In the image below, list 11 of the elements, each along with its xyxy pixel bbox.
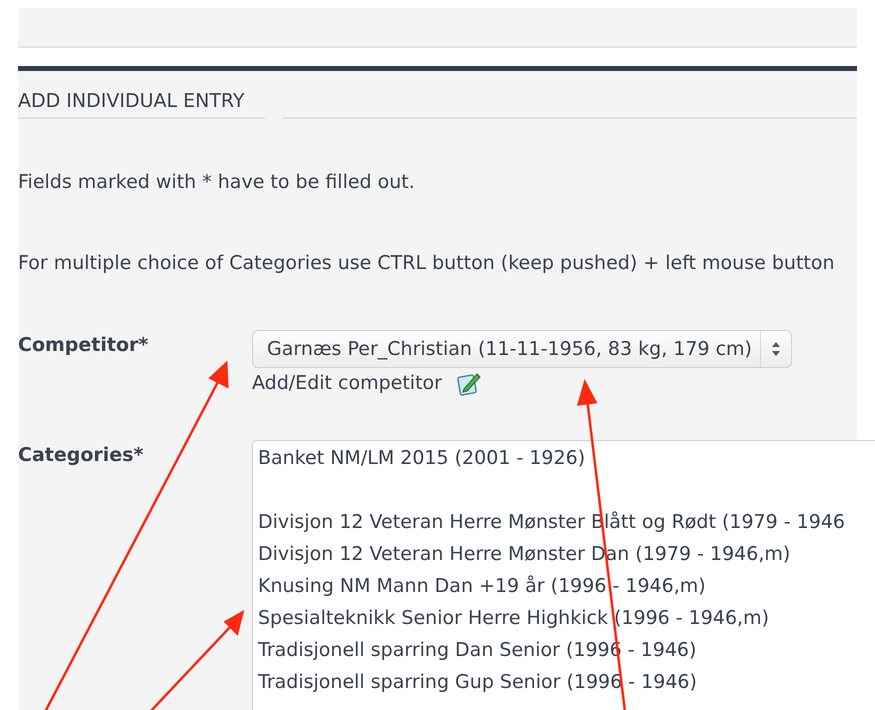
category-option[interactable]: Spesialteknikk Senior Herre Highkick (1996 - 1946,m)	[258, 602, 875, 634]
add-edit-competitor-link[interactable]: Add/Edit competitor	[252, 372, 442, 394]
field-label: Categories*	[18, 444, 144, 466]
instruction-text: For multiple choice of Categories use CTRL button (keep pushed) + left mouse button	[18, 252, 836, 274]
instruction-text: Fields marked with * have to be filled out.	[18, 171, 416, 193]
section-heading: ADD INDIVIDUAL ENTRY	[18, 90, 265, 119]
field-label: Competitor*	[18, 334, 148, 356]
category-option[interactable]: Tradisjonell sparring Gup Senior (1996 - 1946)	[258, 666, 875, 698]
category-option[interactable]: Banket NM/LM 2015 (2001 - 1926)	[258, 442, 875, 474]
competitor-select[interactable]: Garnæs Per_Christian (11-11-1956, 83 kg, 179 cm)	[252, 330, 792, 368]
category-option[interactable]: Knusing NM Mann Dan +19 år (1996 - 1946,m)	[258, 570, 875, 602]
